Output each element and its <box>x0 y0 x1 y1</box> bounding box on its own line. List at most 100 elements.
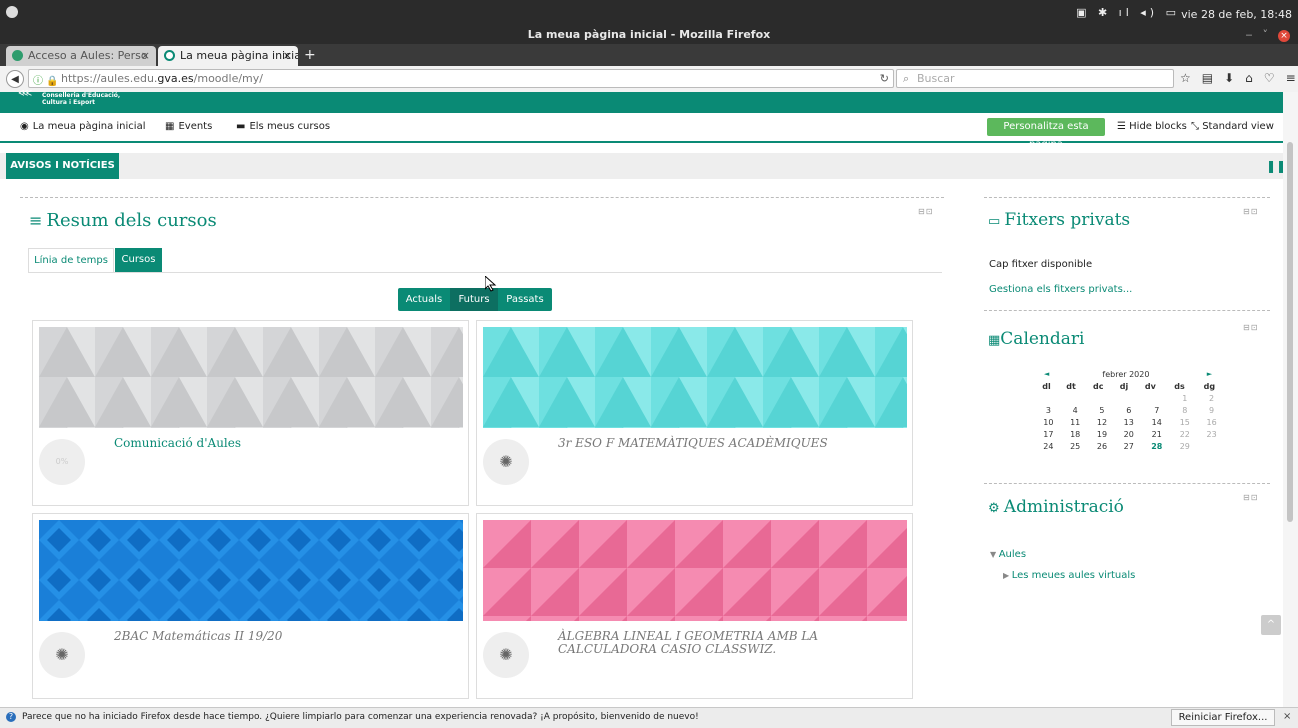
calendar-day[interactable]: 22 <box>1171 428 1198 440</box>
block-controls-icon[interactable]: ⊟⊡ <box>918 207 933 216</box>
calendar-day[interactable]: 27 <box>1115 440 1142 452</box>
calendar-day[interactable]: 1 <box>1171 392 1198 404</box>
menu-courses[interactable]: ▬ Els meus cursos <box>236 121 330 132</box>
calendar-day[interactable]: 2 <box>1198 392 1225 404</box>
reload-icon[interactable]: ↻ <box>880 72 889 85</box>
block-divider <box>984 483 1270 484</box>
course-card[interactable]: ✺ 2BAC Matemáticas II 19/20 <box>32 513 469 699</box>
calendar-day[interactable]: 28 <box>1142 440 1171 452</box>
site-logo-text[interactable]: Conselleria d'Educació, Cultura i Esport <box>42 92 120 106</box>
news-button[interactable]: AVISOS I NOTÍCIES <box>6 153 119 179</box>
block-controls-icon[interactable]: ⊟⊡ <box>1243 207 1258 216</box>
tab-courses[interactable]: Cursos <box>115 248 162 272</box>
admin-item-aules[interactable]: ▼ Aules <box>990 549 1026 560</box>
calendar-day[interactable]: 21 <box>1142 428 1171 440</box>
calendar-day[interactable]: 12 <box>1089 416 1116 428</box>
os-menu-icon[interactable] <box>6 6 18 18</box>
course-banner[interactable] <box>483 327 907 428</box>
course-title[interactable]: 2BAC Matemáticas II 19/20 <box>114 630 454 643</box>
tab-meua-pagina[interactable]: La meua pàgina inicial × <box>158 46 298 66</box>
calendar-day[interactable]: 8 <box>1171 404 1198 416</box>
course-card[interactable]: 0% Comunicació d'Aules <box>32 320 469 506</box>
calendar-day[interactable]: 15 <box>1171 416 1198 428</box>
back-to-top-button[interactable]: ^ <box>1261 615 1281 635</box>
calendar-day[interactable]: 9 <box>1198 404 1225 416</box>
search-input[interactable]: ⌕ Buscar <box>896 69 1174 88</box>
tab-timeline[interactable]: Línia de temps <box>28 248 114 272</box>
window-controls[interactable]: ‒˅ × <box>1246 28 1290 42</box>
close-window-icon[interactable]: × <box>1278 30 1290 42</box>
library-icon: ▤ <box>1201 71 1225 85</box>
hide-blocks-button[interactable]: ☰ Hide blocks <box>1117 121 1187 132</box>
calendar-day[interactable]: 4 <box>1062 404 1089 416</box>
lock-icon[interactable]: ⓘ 🔒 <box>33 72 59 87</box>
customise-page-button[interactable]: Personalitza esta pàgina <box>987 118 1105 150</box>
calendar-day[interactable]: 20 <box>1115 428 1142 440</box>
refresh-firefox-button[interactable]: Reiniciar Firefox... <box>1171 709 1275 726</box>
hamburger-icon[interactable]: ≡ <box>29 211 42 230</box>
block-controls-icon[interactable]: ⊟⊡ <box>1243 323 1258 332</box>
calendar-day[interactable]: 29 <box>1171 440 1198 452</box>
expanded-caret-icon: ▼ <box>990 550 999 559</box>
logo-icon[interactable]: ⋘ <box>18 88 32 99</box>
calendar-day[interactable]: 17 <box>1035 428 1062 440</box>
course-title[interactable]: 3r ESO F MATEMÀTIQUES ACADÈMIQUES <box>558 437 898 450</box>
course-card[interactable]: ✺ 3r ESO F MATEMÀTIQUES ACADÈMIQUES <box>476 320 913 506</box>
block-controls-icon[interactable]: ⊟⊡ <box>1243 493 1258 502</box>
calendar-day-headers: dl dt dc dj dv ds dg <box>1035 380 1225 392</box>
menu-events[interactable]: ▦ Events <box>165 121 212 132</box>
url-text[interactable]: https://aules.edu.gva.es/moodle/my/ <box>61 72 263 85</box>
calendar-icon: ▦ <box>165 121 175 132</box>
course-banner[interactable] <box>39 327 463 428</box>
tab-close-icon[interactable]: × <box>141 46 150 66</box>
calendar-day[interactable]: 18 <box>1062 428 1089 440</box>
course-title[interactable]: ÀLGEBRA LINEAL I GEOMETRIA AMB LA CALCUL… <box>558 630 898 656</box>
calendar-day[interactable]: 13 <box>1115 416 1142 428</box>
calendar-month[interactable]: febrer 2020 <box>1058 368 1194 380</box>
block-divider <box>984 310 1270 311</box>
filter-past[interactable]: Passats <box>498 288 552 311</box>
menu-icon: ≡ <box>1286 71 1298 85</box>
course-title[interactable]: Comunicació d'Aules <box>114 437 454 450</box>
calendar-day[interactable]: 25 <box>1062 440 1089 452</box>
calendar-day[interactable]: 6 <box>1115 404 1142 416</box>
compress-icon: ⤡ <box>1191 121 1203 132</box>
minimize-icon[interactable]: ‒ <box>1246 28 1263 41</box>
calendar-day[interactable]: 11 <box>1062 416 1089 428</box>
filter-current[interactable]: Actuals <box>398 288 450 311</box>
maximize-icon[interactable]: ˅ <box>1263 28 1279 41</box>
admin-item-virtual-classrooms[interactable]: ▶ Les meues aules virtuals <box>1003 570 1135 581</box>
course-banner[interactable] <box>483 520 907 621</box>
next-month-icon[interactable]: ► <box>1194 368 1225 380</box>
calendar-day[interactable]: 10 <box>1035 416 1062 428</box>
tab-close-icon[interactable]: × <box>283 46 292 66</box>
calendar-day[interactable]: 23 <box>1198 428 1225 440</box>
course-card[interactable]: ✺ ÀLGEBRA LINEAL I GEOMETRIA AMB LA CALC… <box>476 513 913 699</box>
prev-month-icon[interactable]: ◄ <box>1035 368 1058 380</box>
standard-view-button[interactable]: ⤡ Standard view <box>1191 121 1274 132</box>
back-button[interactable]: ◀ <box>6 70 24 88</box>
calendar-day[interactable]: 19 <box>1089 428 1116 440</box>
calendar-day[interactable]: 16 <box>1198 416 1225 428</box>
course-banner[interactable] <box>39 520 463 621</box>
toolbar-icons[interactable]: ☆▤⬇⌂♡≡ <box>1180 71 1298 85</box>
system-tray-icons[interactable]: ▣ ✱ ıl ◂) ▭ <box>1076 6 1180 19</box>
os-clock[interactable]: vie 28 de feb, 18:48 <box>1181 8 1292 21</box>
calendar-day[interactable]: 3 <box>1035 404 1062 416</box>
new-tab-button[interactable]: + <box>304 46 316 64</box>
tab-acceso-aules[interactable]: Acceso a Aules: Perso × <box>6 46 156 66</box>
notification-close-icon[interactable]: × <box>1283 711 1291 722</box>
calendar-day[interactable]: 7 <box>1142 404 1171 416</box>
manage-files-link[interactable]: Gestiona els fitxers privats... <box>989 284 1132 295</box>
molecule-icon: ✺ <box>499 645 513 664</box>
calendar-day[interactable]: 26 <box>1089 440 1116 452</box>
scrollbar-thumb[interactable] <box>1287 142 1293 522</box>
notification-text: Parece que no ha iniciado Firefox desde … <box>22 712 699 722</box>
calendar-day[interactable]: 5 <box>1089 404 1116 416</box>
calendar-day <box>1035 392 1062 404</box>
url-bar[interactable]: ⓘ 🔒 https://aules.edu.gva.es/moodle/my/ … <box>28 69 894 88</box>
calendar-day[interactable]: 24 <box>1035 440 1062 452</box>
calendar-day[interactable]: 14 <box>1142 416 1171 428</box>
calendar-title: ▦Calendari <box>988 329 1085 349</box>
menu-home[interactable]: ◉ La meua pàgina inicial <box>20 121 145 132</box>
